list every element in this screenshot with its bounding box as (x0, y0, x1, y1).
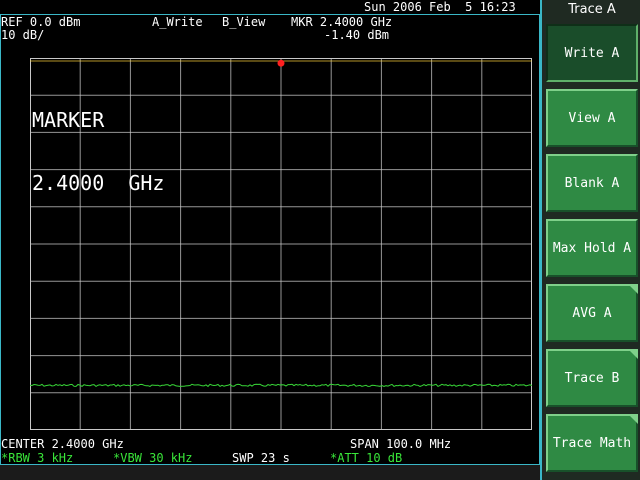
datetime: Sun 2006 Feb 5 16:23 (364, 0, 516, 14)
span: SPAN 100.0 MHz (350, 437, 452, 451)
more-indicator-icon (628, 414, 638, 424)
softkey-label: Trace Math (552, 435, 632, 451)
spectrum-screen: Sun 2006 Feb 5 16:23 REF 0.0 dBm 10 dB/ … (0, 0, 540, 465)
softkey-label: Trace B (564, 370, 620, 386)
scale-per-div: 10 dB/ (1, 28, 45, 42)
panel-title: Trace A (568, 2, 616, 17)
more-indicator-icon (628, 349, 638, 359)
softkey-label: View A (568, 110, 616, 126)
attenuation: *ATT 10 dB (330, 451, 403, 465)
softkey-write-a[interactable]: Write A (546, 24, 638, 82)
marker-readout-freq: 2.4000 GHz (32, 171, 165, 195)
softkey-label: Max Hold A (552, 240, 632, 256)
trace-b-mode: B_View (222, 15, 266, 29)
marker-readout-label: MARKER (32, 108, 105, 132)
marker-amplitude: -1.40 dBm (324, 28, 390, 42)
softkey-max-hold-a[interactable]: Max Hold A (546, 219, 638, 277)
rbw: *RBW 3 kHz (1, 451, 74, 465)
softkey-trace-b[interactable]: Trace B (546, 349, 638, 407)
softkey-avg-a[interactable]: AVG A (546, 284, 638, 342)
softkey-label: Blank A (564, 175, 620, 191)
marker-readout: MARKER 2.4000 GHz (32, 68, 164, 236)
marker-point (277, 59, 285, 67)
vbw: *VBW 30 kHz (113, 451, 193, 465)
more-indicator-icon (628, 284, 638, 294)
sweep-time: SWP 23 s (232, 451, 290, 465)
softkey-trace-math[interactable]: Trace Math (546, 414, 638, 472)
center-frequency: CENTER 2.4000 GHz (1, 437, 124, 451)
softkey-panel: Trace A Write A View A Blank A Max Hold … (540, 0, 640, 480)
softkey-view-a[interactable]: View A (546, 89, 638, 147)
softkey-blank-a[interactable]: Blank A (546, 154, 638, 212)
softkey-label: AVG A (572, 305, 612, 321)
trace-a-mode: A_Write (152, 15, 203, 29)
softkey-label: Write A (564, 45, 620, 61)
bottom-strip (0, 465, 540, 480)
